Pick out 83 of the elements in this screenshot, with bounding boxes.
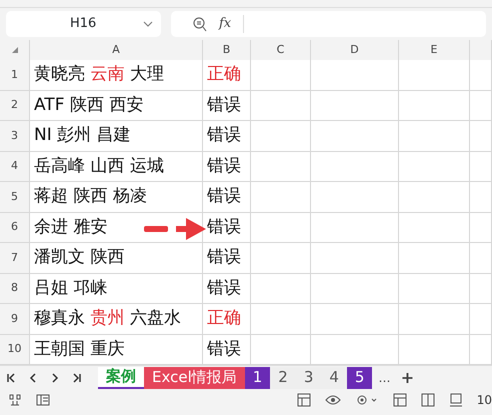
- empty-cell: [399, 182, 470, 212]
- table-cell: 潘凯文 陕西: [30, 243, 203, 274]
- table-cell: 正确: [203, 304, 251, 334]
- table-cell: 余进 雅安: [30, 212, 203, 243]
- table-cell: 错误: [203, 90, 251, 121]
- zoom-icon[interactable]: [193, 16, 207, 32]
- cell-reference: H16: [70, 15, 96, 34]
- table-icon[interactable]: [296, 393, 311, 407]
- table-cell: 错误: [203, 274, 251, 304]
- empty-cell: [251, 304, 311, 334]
- empty-cell: [470, 90, 492, 121]
- sheet-tab[interactable]: Excel情报局: [144, 366, 245, 388]
- row-header[interactable]: 7: [0, 243, 30, 274]
- dropdown-icon: [143, 21, 153, 27]
- formula-input[interactable]: fx: [171, 11, 486, 37]
- panel-icon[interactable]: [36, 393, 50, 407]
- empty-cell: [470, 182, 492, 212]
- sheet-tab[interactable]: 案例: [98, 366, 144, 388]
- table-cell: 错误: [203, 243, 251, 274]
- table-cell: NI 彭州 昌建: [30, 121, 203, 152]
- table-cell: 岳高峰 山西 运城: [30, 152, 203, 182]
- row-header[interactable]: 10: [0, 334, 30, 365]
- row-header[interactable]: 5: [0, 182, 30, 212]
- column-header[interactable]: A: [30, 40, 203, 60]
- empty-cell: [470, 121, 492, 152]
- name-box[interactable]: H16: [6, 11, 161, 37]
- column-header[interactable]: D: [311, 40, 399, 60]
- empty-cell: [399, 152, 470, 182]
- row-header[interactable]: 4: [0, 152, 30, 182]
- zoom-level[interactable]: 10: [476, 391, 492, 409]
- row-header[interactable]: 2: [0, 90, 30, 121]
- add-sheet-button[interactable]: +: [396, 366, 418, 390]
- empty-cell: [399, 243, 470, 274]
- empty-cell: [470, 304, 492, 334]
- empty-cell: [251, 212, 311, 243]
- empty-cell: [251, 152, 311, 182]
- empty-cell: [470, 152, 492, 182]
- sheet-tab[interactable]: 4: [321, 366, 347, 388]
- empty-cell: [399, 274, 470, 304]
- empty-cell: [399, 90, 470, 121]
- page-break-icon[interactable]: [448, 393, 463, 407]
- sheet-tab[interactable]: 5: [346, 366, 372, 388]
- empty-cell: [251, 274, 311, 304]
- more-tabs-button[interactable]: …: [372, 368, 396, 386]
- row-header[interactable]: 9: [0, 304, 30, 334]
- empty-cell: [470, 243, 492, 274]
- table-cell: ATF 陕西 西安: [30, 90, 203, 121]
- empty-cell: [399, 304, 470, 334]
- empty-cell: [251, 60, 311, 90]
- sheet-tab[interactable]: 2: [270, 366, 296, 388]
- empty-cell: [251, 90, 311, 121]
- normal-view-icon[interactable]: [392, 393, 407, 407]
- table-cell: 错误: [203, 152, 251, 182]
- table-cell: 蒋超 陕西 杨凌: [30, 182, 203, 212]
- sheet-tab[interactable]: 3: [296, 366, 322, 388]
- empty-cell: [470, 212, 492, 243]
- function-button[interactable]: fx: [219, 14, 232, 34]
- column-header[interactable]: E: [399, 40, 470, 60]
- row-header[interactable]: 3: [0, 121, 30, 152]
- select-all-icon[interactable]: [12, 47, 18, 53]
- table-cell: 穆真永 贵州 六盘水: [30, 304, 203, 334]
- table-cell: 错误: [203, 212, 251, 243]
- column-header[interactable]: C: [251, 40, 311, 60]
- empty-cell: [399, 212, 470, 243]
- row-header[interactable]: 1: [0, 60, 30, 90]
- empty-cell: [251, 182, 311, 212]
- table-cell: 错误: [203, 182, 251, 212]
- table-cell: 黄晓亮 云南 大理: [30, 60, 203, 90]
- macro-icon[interactable]: [8, 393, 22, 407]
- row-header[interactable]: 8: [0, 274, 30, 304]
- column-header[interactable]: B: [203, 40, 251, 60]
- table-cell: 吕姐 邛崃: [30, 274, 203, 304]
- table-cell: 正确: [203, 60, 251, 90]
- empty-cell: [470, 274, 492, 304]
- empty-cell: [251, 243, 311, 274]
- empty-cell: [251, 121, 311, 152]
- table-cell: 错误: [203, 121, 251, 152]
- row-header[interactable]: 6: [0, 212, 30, 243]
- empty-cell: [399, 60, 470, 90]
- page-layout-icon[interactable]: [420, 393, 435, 407]
- empty-cell: [399, 121, 470, 152]
- eye-icon[interactable]: [324, 394, 341, 406]
- sheet-tab[interactable]: 1: [244, 366, 270, 388]
